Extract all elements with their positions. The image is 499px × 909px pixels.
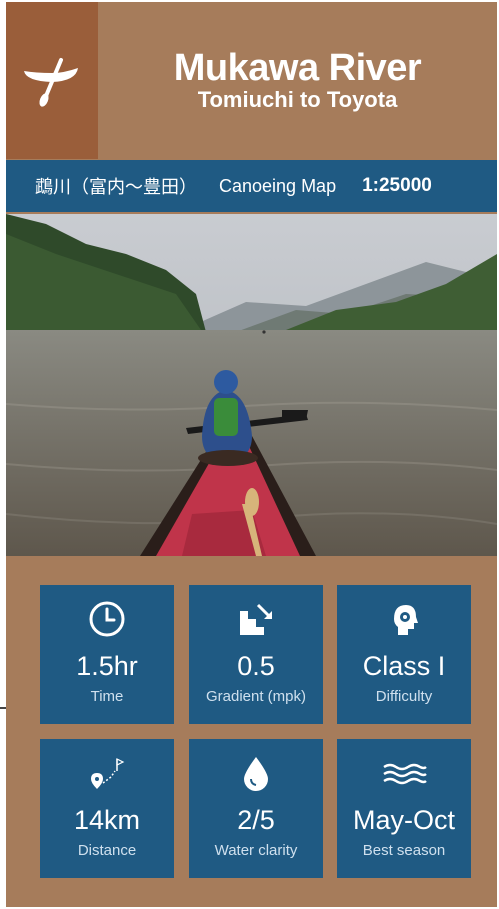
stat-value: 0.5 <box>237 651 275 681</box>
stat-label: Distance <box>77 842 137 859</box>
stat-value: May-Oct <box>352 805 455 835</box>
stat-value: Class I <box>362 651 446 681</box>
stat-label: Gradient (mpk) <box>205 688 307 705</box>
water-drop-icon <box>244 757 268 791</box>
stat-label: Best season <box>362 842 446 859</box>
title-area: Mukawa River Tomiuchi to Toyota <box>98 2 497 159</box>
stat-value: 2/5 <box>237 805 275 835</box>
stairs-descent-icon <box>240 603 272 635</box>
logo-box <box>6 2 98 159</box>
info-band: 鵡川（富内〜豊田） Canoeing Map 1:25000 <box>6 160 497 212</box>
stat-label: Time <box>90 688 124 705</box>
route-pin-icon <box>91 758 125 789</box>
stat-tile-gradient: 0.5 Gradient (mpk) <box>189 585 323 724</box>
stat-tile-best-season: May-Oct Best season <box>337 739 471 878</box>
stat-tile-water-clarity: 2/5 Water clarity <box>189 739 323 878</box>
stat-value: 14km <box>73 805 141 835</box>
stat-label: Water clarity <box>214 842 298 859</box>
canoe-paddle-icon <box>24 58 78 107</box>
river-photo <box>6 214 497 556</box>
map-scale: 1:25000 <box>362 175 432 196</box>
map-cover-card: Mukawa River Tomiuchi to Toyota 鵡川（富内〜豊田… <box>6 2 497 907</box>
river-japanese-name: 鵡川（富内〜豊田） <box>35 177 197 197</box>
page-title: Mukawa River <box>173 47 422 89</box>
clock-icon <box>89 601 125 637</box>
stat-value: 1.5hr <box>76 651 138 681</box>
map-type-label: Canoeing Map <box>219 175 337 196</box>
head-gear-icon <box>394 605 418 635</box>
stat-label: Difficulty <box>375 688 433 705</box>
stat-tile-difficulty: Class I Difficulty <box>337 585 471 724</box>
page-subtitle: Tomiuchi to Toyota <box>197 87 398 112</box>
stat-tile-time: 1.5hr Time <box>40 585 174 724</box>
stat-tile-distance: 14km Distance <box>40 739 174 878</box>
waves-icon <box>383 763 427 785</box>
